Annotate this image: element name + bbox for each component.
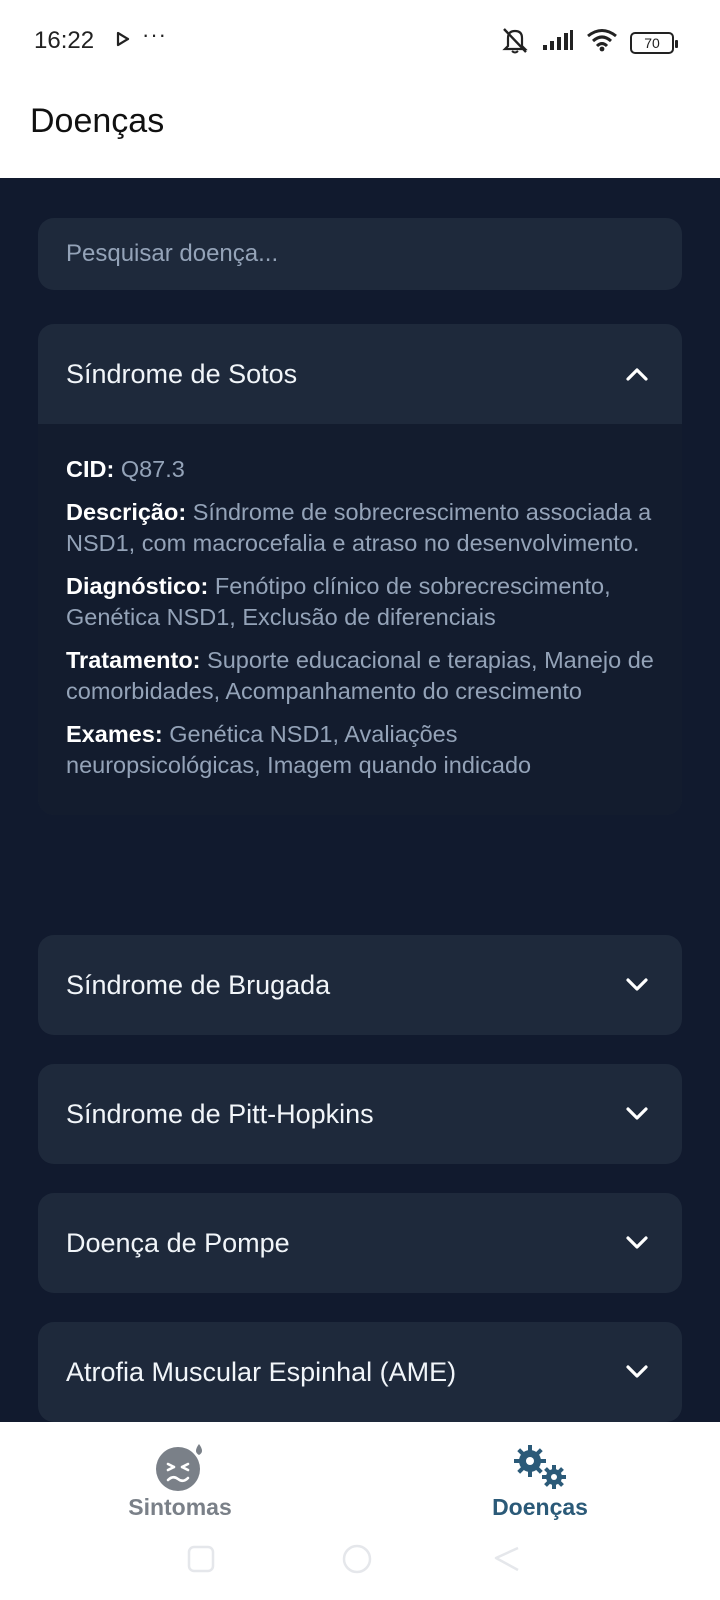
disease-card-header[interactable]: Síndrome de Pitt-Hopkins (38, 1064, 682, 1164)
disease-card-header[interactable]: Doença de Pompe (38, 1193, 682, 1293)
virus-gears-icon (510, 1442, 570, 1492)
battery-icon: 70 (630, 31, 678, 54)
disease-card-header[interactable]: Síndrome de Brugada (38, 935, 682, 1035)
nav-item-doencas[interactable]: Doenças (440, 1422, 640, 1526)
page-title: Doenças (30, 102, 165, 140)
field-cid-label: CID: (66, 456, 115, 482)
disease-card-header[interactable]: Síndrome de Sotos (38, 324, 682, 424)
disease-details: CID: Q87.3 Descrição: Síndrome de sobrec… (38, 424, 682, 815)
nav-label-sintomas: Sintomas (128, 1494, 232, 1520)
chevron-down-icon[interactable] (622, 970, 652, 1000)
disease-name: Atrofia Muscular Espinhal (AME) (66, 1356, 457, 1387)
wifi-icon (586, 28, 618, 57)
disease-name: Doença de Pompe (66, 1227, 290, 1258)
field-tratamento: Tratamento: Suporte educacional e terapi… (66, 645, 654, 707)
bottom-nav: Sintomas Doenças (0, 1422, 720, 1526)
disease-card-pompe[interactable]: Doença de Pompe (38, 1193, 682, 1293)
nav-label-doencas: Doenças (492, 1494, 588, 1520)
field-exames: Exames: Genética NSD1, Avaliações neurop… (66, 719, 654, 781)
system-nav-bar (0, 1526, 720, 1600)
disease-list-screen: Síndrome de Sotos CID: Q87.3 Descrição: … (0, 178, 720, 1422)
disease-card-pitt-hopkins[interactable]: Síndrome de Pitt-Hopkins (38, 1064, 682, 1164)
search-box[interactable] (38, 218, 682, 290)
disease-card-brugada[interactable]: Síndrome de Brugada (38, 935, 682, 1035)
chevron-up-icon[interactable] (622, 359, 652, 389)
recents-button[interactable] (186, 1544, 216, 1579)
disease-card-sotos: Síndrome de Sotos CID: Q87.3 Descrição: … (38, 324, 682, 815)
status-time: 16:22 (34, 27, 95, 54)
field-descricao: Descrição: Síndrome de sobrecrescimento … (66, 497, 654, 559)
back-button[interactable] (492, 1544, 522, 1579)
search-input[interactable] (66, 240, 682, 268)
disease-card-header[interactable]: Atrofia Muscular Espinhal (AME) (38, 1322, 682, 1422)
battery-level: 70 (644, 34, 660, 51)
disease-name: Síndrome de Sotos (66, 358, 298, 389)
signal-icon (542, 29, 574, 56)
field-cid-value: Q87.3 (120, 456, 185, 482)
disease-name: Síndrome de Pitt-Hopkins (66, 1098, 374, 1129)
more-dots: ··· (142, 22, 167, 47)
chevron-down-icon[interactable] (622, 1228, 652, 1258)
play-icon (116, 31, 130, 52)
field-diagnostico-label: Diagnóstico: (66, 573, 209, 599)
disease-card-ame[interactable]: Atrofia Muscular Espinhal (AME) (38, 1322, 682, 1422)
app-bar: Doenças (0, 82, 720, 178)
status-icons: 70 (500, 26, 678, 59)
chevron-down-icon[interactable] (622, 1357, 652, 1387)
field-tratamento-label: Tratamento: (66, 647, 201, 673)
field-cid: CID: Q87.3 (66, 454, 654, 485)
chevron-down-icon[interactable] (622, 1099, 652, 1129)
home-button[interactable] (340, 1544, 374, 1583)
bell-mute-icon (500, 26, 530, 59)
status-bar: 16:22 ··· 70 (0, 0, 720, 82)
sick-face-icon (154, 1442, 206, 1492)
field-exames-label: Exames: (66, 721, 163, 747)
field-diagnostico: Diagnóstico: Fenótipo clínico de sobrecr… (66, 571, 654, 633)
nav-item-sintomas[interactable]: Sintomas (80, 1422, 280, 1526)
field-descricao-label: Descrição: (66, 499, 187, 525)
disease-name: Síndrome de Brugada (66, 969, 331, 1000)
